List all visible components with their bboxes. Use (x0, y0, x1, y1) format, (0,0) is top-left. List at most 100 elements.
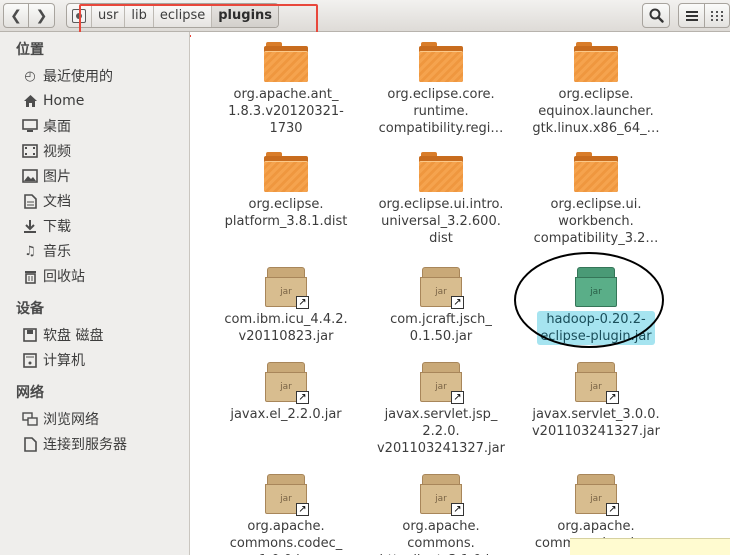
symlink-arrow-icon: ↗ (606, 391, 619, 404)
file-label: org.eclipse.ui. workbench. compatibility… (533, 197, 659, 246)
file-label: org.eclipse. platform_3.8.1.dist (224, 197, 348, 229)
sidebar-item-browse-network[interactable]: 浏览网络 (22, 409, 99, 429)
symlink-arrow-icon: ↗ (296, 503, 309, 516)
sidebar-item-desktop[interactable]: 桌面 (22, 116, 71, 136)
sidebar-item-pictures[interactable]: 图片 (22, 166, 71, 186)
music-icon: ♫ (24, 243, 36, 259)
folder-icon (264, 152, 308, 192)
sidebar-item-label: 图片 (43, 169, 71, 185)
sidebar-item-label: 浏览网络 (43, 412, 99, 428)
file-item[interactable]: org.eclipse.ui. workbench. compatibility… (521, 152, 671, 247)
picture-icon (22, 168, 38, 184)
computer-icon (22, 352, 38, 368)
sidebar-item-label: 最近使用的 (43, 69, 113, 85)
folder-icon (574, 42, 618, 82)
forward-button[interactable]: ❯ (29, 3, 55, 28)
grid-view-button[interactable] (705, 3, 730, 28)
file-label: org.apache. commons.codec_ 1.0.0.jar (229, 519, 343, 555)
breadcrumb-root[interactable] (67, 4, 92, 27)
network-icon (22, 411, 38, 427)
file-item[interactable]: org.eclipse.core. runtime. compatibility… (366, 42, 516, 137)
sidebar-item-computer[interactable]: 计算机 (22, 350, 85, 370)
symlink-arrow-icon: ↗ (296, 296, 309, 309)
sidebar-item-label: 连接到服务器 (43, 437, 127, 453)
symlink-arrow-icon: ↗ (451, 296, 464, 309)
file-item[interactable]: jar↗ org.apache. commons.codec_ 1.0.0.ja… (211, 474, 361, 555)
folder-icon (419, 152, 463, 192)
jar-file-icon: jar ↗ (265, 362, 309, 404)
server-icon (22, 436, 38, 452)
sidebar-item-connect-server[interactable]: 连接到服务器 (22, 434, 127, 454)
sidebar-item-label: 桌面 (43, 119, 71, 135)
jar-file-icon: jar ↗ (420, 267, 464, 309)
sidebar-item-label: 回收站 (43, 269, 85, 285)
file-item[interactable]: jar ↗ javax.servlet_3.0.0. v201103241327.… (521, 362, 671, 440)
jar-file-icon: jar ↗ (420, 362, 464, 404)
jar-file-icon: jar ↗ (575, 474, 619, 516)
sidebar-item-music[interactable]: ♫ 音乐 (22, 241, 71, 261)
file-label: org.eclipse.core. runtime. compatibility… (378, 87, 504, 136)
file-item[interactable]: org.eclipse. equinox.launcher. gtk.linux… (521, 42, 671, 137)
document-icon (22, 193, 38, 209)
sidebar-item-floppy[interactable]: 软盘 磁盘 (22, 325, 103, 345)
drive-icon (72, 8, 86, 23)
back-button[interactable]: ❮ (3, 3, 29, 28)
file-item[interactable]: org.eclipse. platform_3.8.1.dist (211, 152, 361, 230)
sidebar-item-home[interactable]: Home (22, 91, 84, 111)
file-label: hadoop-0.20.2- eclipse-plugin.jar (537, 311, 655, 345)
breadcrumb-eclipse[interactable]: eclipse (154, 4, 213, 27)
file-label: org.eclipse.ui.intro. universal_3.2.600.… (378, 197, 504, 246)
file-item[interactable]: org.eclipse.ui.intro. universal_3.2.600.… (366, 152, 516, 247)
file-item[interactable]: jar ↗ com.jcraft.jsch_ 0.1.50.jar (366, 267, 516, 345)
symlink-arrow-icon: ↗ (606, 503, 619, 516)
sidebar-item-label: 音乐 (43, 244, 71, 260)
floppy-icon (22, 327, 38, 343)
sidebar-item-downloads[interactable]: 下载 (22, 216, 71, 236)
file-item[interactable]: org.apache.ant_ 1.8.3.v20120321- 1730 (211, 42, 361, 137)
search-button[interactable] (642, 3, 670, 28)
file-item[interactable]: jar↗ org.apache. commons. httpclient_3.1… (366, 474, 516, 555)
sidebar-item-label: 下载 (43, 219, 71, 235)
file-label: org.apache. commons. httpclient_3.1.0.ja… (379, 519, 502, 555)
sidebar: 位置 ◴ 最近使用的 Home 桌面 视频 图片 文档 下载 ♫ 音乐 回收站 … (0, 32, 190, 555)
folder-icon (419, 42, 463, 82)
file-item-selected[interactable]: jar hadoop-0.20.2- eclipse-plugin.jar (521, 267, 671, 345)
tooltip (570, 538, 730, 555)
sidebar-item-trash[interactable]: 回收站 (22, 266, 85, 286)
symlink-arrow-icon: ↗ (451, 503, 464, 516)
download-icon (22, 218, 38, 234)
grid-icon (711, 10, 723, 21)
sidebar-section-places: 位置 (16, 42, 44, 58)
sidebar-item-recent[interactable]: ◴ 最近使用的 (22, 66, 113, 86)
jar-file-icon: jar ↗ (265, 267, 309, 309)
file-label: javax.servlet.jsp_ 2.2.0. v201103241327.… (376, 407, 505, 456)
list-view-button[interactable] (678, 3, 705, 28)
file-label: org.apache.ant_ 1.8.3.v20120321- 1730 (228, 87, 344, 136)
sidebar-item-label: 视频 (43, 144, 71, 160)
file-item[interactable]: jar ↗ javax.el_2.2.0.jar (211, 362, 361, 423)
sidebar-item-label: 文档 (43, 194, 71, 210)
sidebar-item-label: 计算机 (43, 353, 85, 369)
sidebar-item-videos[interactable]: 视频 (22, 141, 71, 161)
toolbar: ❮ ❯ usr lib eclipse plugins (0, 0, 730, 32)
folder-icon (574, 152, 618, 192)
file-label: com.ibm.icu_4.4.2. v20110823.jar (224, 312, 348, 344)
file-item[interactable]: jar ↗ com.ibm.icu_4.4.2. v20110823.jar (211, 267, 361, 345)
trash-icon (22, 268, 38, 284)
breadcrumb-plugins[interactable]: plugins (212, 4, 279, 27)
sidebar-item-documents[interactable]: 文档 (22, 191, 71, 211)
clock-icon: ◴ (24, 68, 36, 84)
breadcrumb-usr[interactable]: usr (92, 4, 126, 27)
jar-file-icon: jar ↗ (420, 474, 464, 516)
symlink-arrow-icon: ↗ (451, 391, 464, 404)
desktop-icon (22, 118, 38, 134)
folder-icon (264, 42, 308, 82)
breadcrumb-lib[interactable]: lib (125, 4, 154, 27)
file-label: org.eclipse. equinox.launcher. gtk.linux… (532, 87, 660, 136)
file-item[interactable]: jar ↗ javax.servlet.jsp_ 2.2.0. v20110324… (366, 362, 516, 457)
jar-file-icon: jar (575, 267, 617, 307)
sidebar-item-label: 软盘 磁盘 (43, 328, 104, 344)
home-icon (22, 93, 38, 109)
file-grid: org.apache.ant_ 1.8.3.v20120321- 1730 or… (191, 32, 730, 555)
sidebar-section-network: 网络 (16, 385, 44, 401)
